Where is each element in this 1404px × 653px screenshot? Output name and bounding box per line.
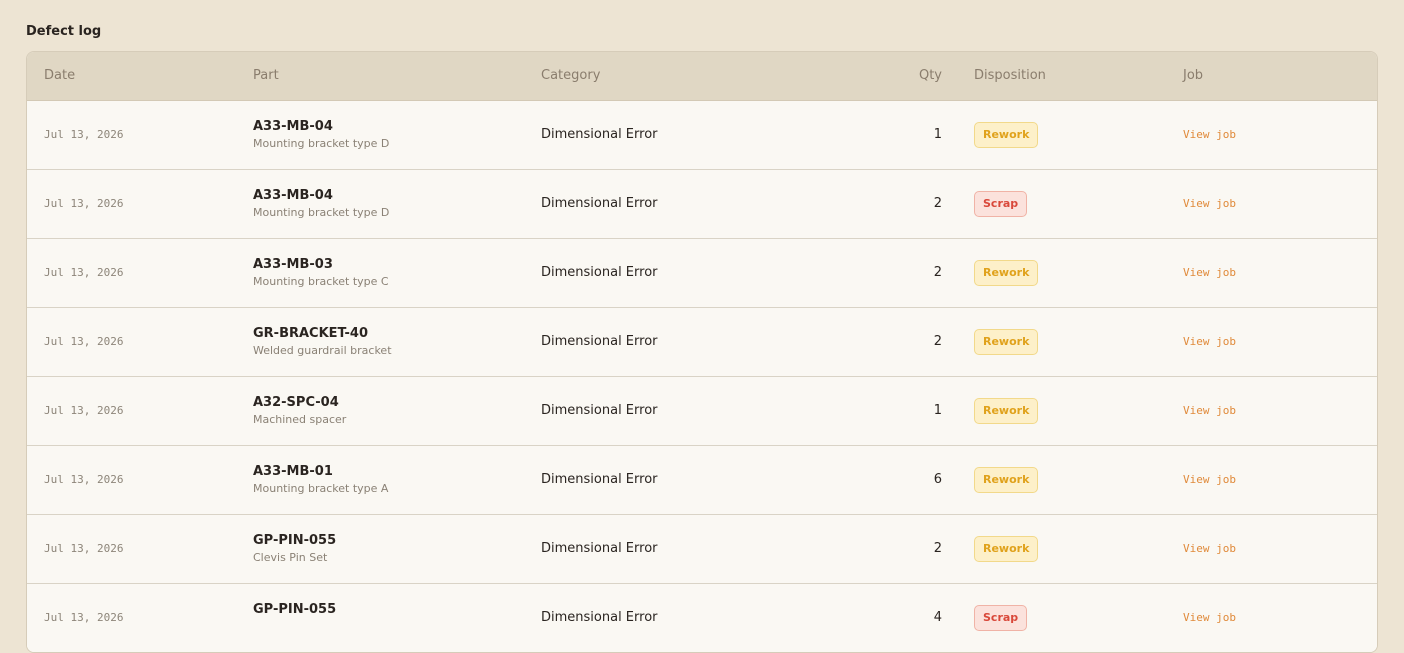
view-job-link[interactable]: View job (1183, 170, 1236, 238)
view-job-link[interactable]: View job (1183, 239, 1236, 307)
qty-cell: 2 (933, 541, 942, 556)
disposition-badge: Rework (974, 398, 1039, 424)
date-cell: Jul 13, 2026 (44, 473, 124, 486)
column-header-qty[interactable]: Qty (877, 52, 942, 100)
view-job-link[interactable]: View job (1183, 584, 1236, 652)
table-row[interactable]: Jul 13, 2026 GP-PIN-055 Clevis Pin Set Dime… (27, 515, 1377, 584)
disposition-badge: Rework (974, 329, 1039, 355)
part-code: A33-MB-03 (253, 257, 333, 272)
view-job-link[interactable]: View job (1183, 101, 1236, 169)
date-cell: Jul 13, 2026 (44, 404, 124, 417)
column-header-job[interactable]: Job (1183, 52, 1203, 100)
category-cell: Dimensional Error (541, 610, 658, 625)
category-cell: Dimensional Error (541, 127, 658, 142)
category-cell: Dimensional Error (541, 196, 658, 211)
part-cell: A33-MB-04 Mounting bracket type D (253, 188, 389, 221)
part-description: Mounting bracket type A (253, 482, 389, 495)
part-cell: A33-MB-01 Mounting bracket type A (253, 464, 388, 497)
disposition-cell: Rework (974, 398, 1039, 424)
date-cell: Jul 13, 2026 (44, 128, 124, 141)
defect-log-table: Date Part Category Qty Disposition Job J… (26, 51, 1378, 653)
view-job-link[interactable]: View job (1183, 515, 1236, 583)
table-body: Jul 13, 2026 A33-MB-04 Mounting bracket ty… (27, 101, 1377, 652)
page-title: Defect log (26, 24, 102, 39)
table-header: Date Part Category Qty Disposition Job (27, 52, 1377, 101)
part-code: GP-PIN-055 (253, 602, 337, 617)
disposition-badge: Rework (974, 122, 1039, 148)
disposition-badge: Scrap (974, 191, 1028, 217)
category-cell: Dimensional Error (541, 334, 658, 349)
column-header-date[interactable]: Date (44, 52, 75, 100)
column-header-category[interactable]: Category (541, 52, 600, 100)
date-cell: Jul 13, 2026 (44, 611, 124, 624)
part-cell: A33-MB-03 Mounting bracket type C (253, 257, 389, 290)
part-cell: A32-SPC-04 Machined spacer (253, 395, 346, 428)
part-description: Mounting bracket type D (253, 206, 390, 219)
qty-cell: 4 (933, 610, 942, 625)
category-cell: Dimensional Error (541, 541, 658, 556)
part-code: GP-PIN-055 (253, 533, 337, 548)
disposition-cell: Scrap (974, 191, 1028, 217)
qty-cell: 1 (933, 127, 942, 142)
table-row[interactable]: Jul 13, 2026 A33-MB-04 Mounting bracket ty… (27, 101, 1377, 170)
table-row[interactable]: Jul 13, 2026 A33-MB-04 Mounting bracket ty… (27, 170, 1377, 239)
part-code: A33-MB-04 (253, 188, 333, 203)
disposition-cell: Rework (974, 122, 1039, 148)
disposition-cell: Scrap (974, 605, 1028, 631)
part-code: GR-BRACKET-40 (253, 326, 368, 341)
date-cell: Jul 13, 2026 (44, 542, 124, 555)
table-row[interactable]: Jul 13, 2026 A33-MB-01 Mounting bracket ty… (27, 446, 1377, 515)
category-cell: Dimensional Error (541, 403, 658, 418)
date-cell: Jul 13, 2026 (44, 197, 124, 210)
disposition-badge: Rework (974, 260, 1039, 286)
part-cell: GR-BRACKET-40 Welded guardrail bracket (253, 326, 392, 359)
qty-cell: 2 (933, 196, 942, 211)
qty-cell: 2 (933, 334, 942, 349)
table-row[interactable]: Jul 13, 2026 A32-SPC-04 Machined spacer Dim… (27, 377, 1377, 446)
qty-cell: 2 (933, 265, 942, 280)
part-code: A33-MB-01 (253, 464, 333, 479)
qty-cell: 6 (933, 472, 942, 487)
disposition-cell: Rework (974, 536, 1039, 562)
part-code: A32-SPC-04 (253, 395, 339, 410)
disposition-cell: Rework (974, 329, 1039, 355)
category-cell: Dimensional Error (541, 472, 658, 487)
category-cell: Dimensional Error (541, 265, 658, 280)
part-code: A33-MB-04 (253, 119, 333, 134)
part-cell: GP-PIN-055 Clevis Pin Set (253, 533, 336, 566)
disposition-cell: Rework (974, 467, 1039, 493)
view-job-link[interactable]: View job (1183, 377, 1236, 445)
table-row[interactable]: Jul 13, 2026 GP-PIN-055 Dimensional Error 4… (27, 584, 1377, 652)
disposition-cell: Rework (974, 260, 1039, 286)
qty-cell: 1 (933, 403, 942, 418)
disposition-badge: Rework (974, 536, 1039, 562)
disposition-badge: Scrap (974, 605, 1028, 631)
disposition-badge: Rework (974, 467, 1039, 493)
table-row[interactable]: Jul 13, 2026 A33-MB-03 Mounting bracket ty… (27, 239, 1377, 308)
column-header-disposition[interactable]: Disposition (974, 52, 1046, 100)
part-cell: A33-MB-04 Mounting bracket type D (253, 119, 389, 152)
part-description: Clevis Pin Set (253, 551, 328, 564)
view-job-link[interactable]: View job (1183, 446, 1236, 514)
part-description: Machined spacer (253, 413, 347, 426)
view-job-link[interactable]: View job (1183, 308, 1236, 376)
part-description: Mounting bracket type C (253, 275, 389, 288)
column-header-part[interactable]: Part (253, 52, 279, 100)
date-cell: Jul 13, 2026 (44, 266, 124, 279)
date-cell: Jul 13, 2026 (44, 335, 124, 348)
part-description: Mounting bracket type D (253, 137, 390, 150)
part-description: Welded guardrail bracket (253, 344, 392, 357)
part-cell: GP-PIN-055 (253, 602, 336, 619)
table-row[interactable]: Jul 13, 2026 GR-BRACKET-40 Welded guardrai… (27, 308, 1377, 377)
